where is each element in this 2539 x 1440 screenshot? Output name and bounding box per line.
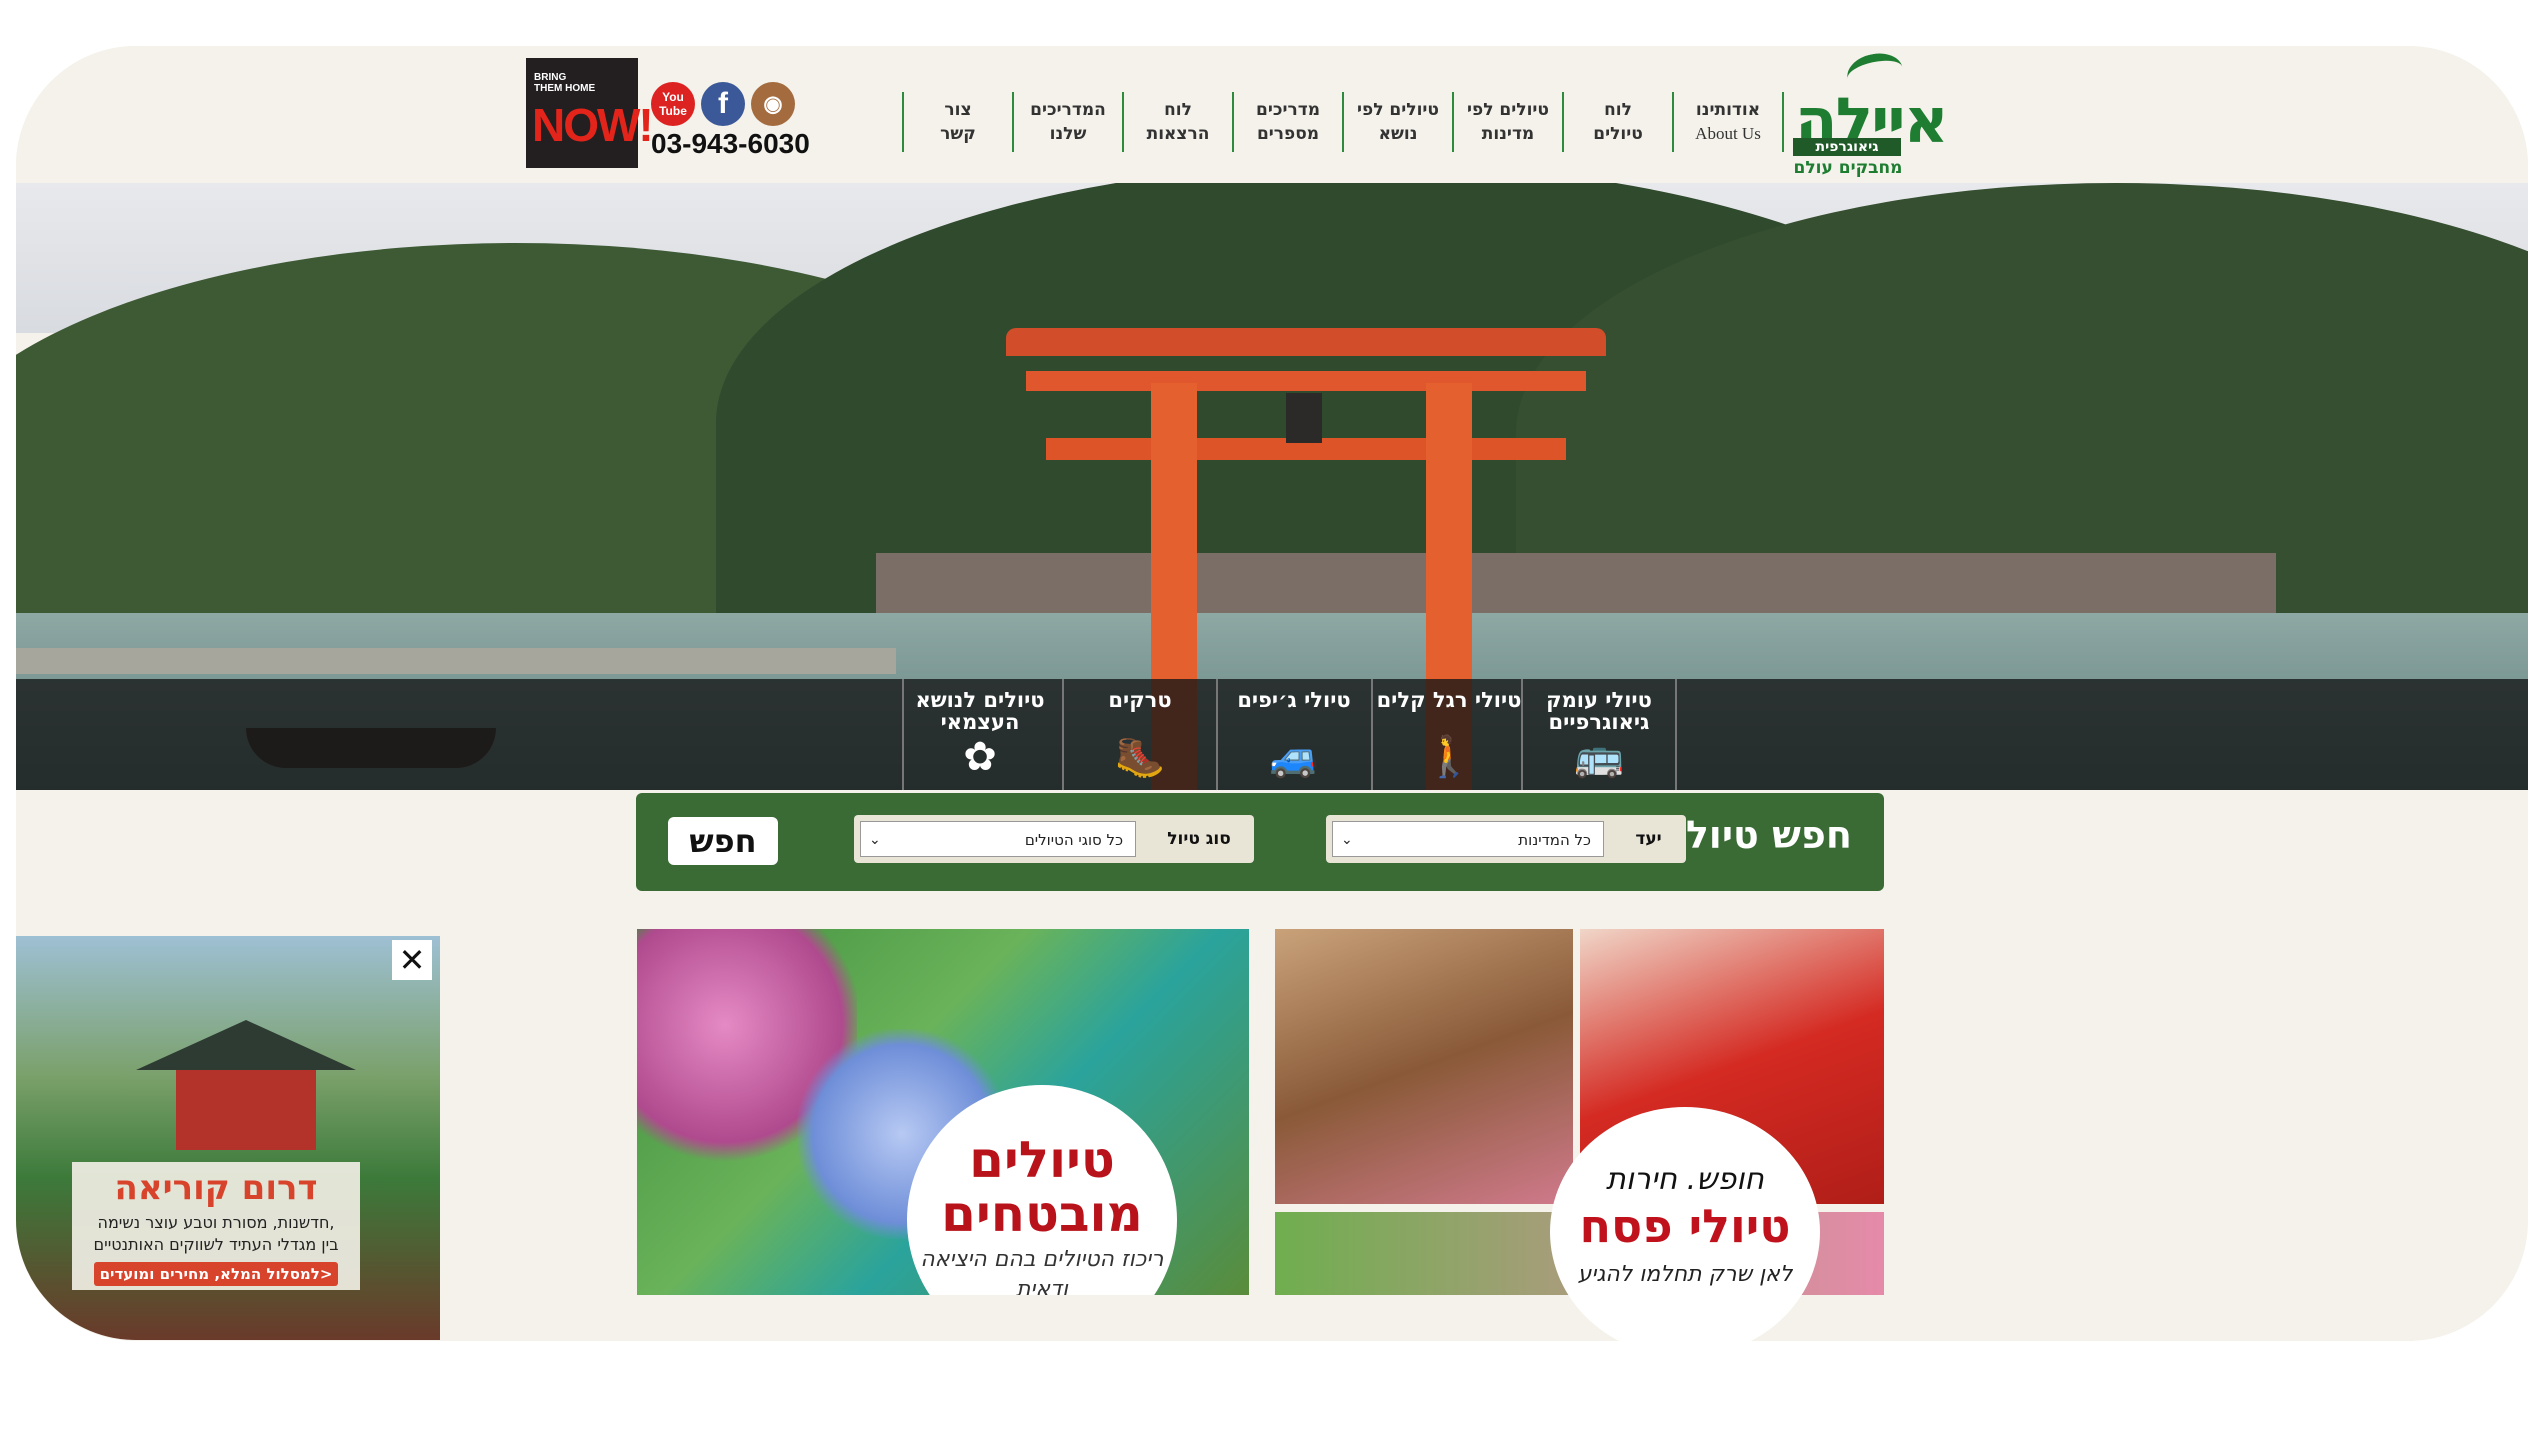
trekkers-icon: 🥾 xyxy=(1115,734,1165,780)
nav-contact[interactable]: צור קשר xyxy=(902,92,1014,152)
passover-photo-1[interactable] xyxy=(1275,929,1573,1204)
popup-cta-button[interactable]: למסלול המלא, מחירים ומועדים> xyxy=(94,1262,338,1286)
hikers-icon: 🚶 xyxy=(1424,734,1474,780)
destination-select[interactable]: ⌄ כל המדינות xyxy=(1332,821,1604,857)
nav-tours-by-country[interactable]: טיולים לפי מדינות xyxy=(1454,92,1564,152)
main-nav: אודותינו About Us לוח טיולים טיולים לפי מדי… xyxy=(902,92,1784,152)
trip-type-field[interactable]: סוג טיול ⌄ כל סוגי הטיולים xyxy=(854,815,1254,863)
nav-tour-schedule[interactable]: לוח טיולים xyxy=(1564,92,1674,152)
chevron-down-icon: ⌄ xyxy=(869,832,881,848)
logo-strip: גיאוגרפית xyxy=(1793,138,1901,156)
jeep-icon: 🚙 xyxy=(1269,734,1319,780)
site-logo[interactable]: איילה גיאוגרפית מחבקים עולם xyxy=(1789,48,1949,178)
phone-number[interactable]: 03-943-6030 xyxy=(651,128,810,160)
nav-lectures[interactable]: לוח הרצאות xyxy=(1124,92,1234,152)
flower-icon: ✿ xyxy=(963,734,997,780)
destination-field[interactable]: יעד ⌄ כל המדינות xyxy=(1326,815,1686,863)
category-treks[interactable]: טרקים 🥾 xyxy=(1062,679,1216,790)
pagoda-image xyxy=(136,1020,356,1070)
nav-about[interactable]: אודותינו About Us xyxy=(1674,92,1784,152)
category-jeep-tours[interactable]: טיולי ג׳יפים 🚙 xyxy=(1216,679,1370,790)
korea-promo-popup[interactable]: ✕ דרום קוריאה חדשנות, מסורת וטבע עוצר נש… xyxy=(16,936,440,1340)
hero-banner: טיולי עומק גיאוגרפיים 🚌 טיולי רגל קלים 🚶… xyxy=(16,183,2528,790)
logo-tagline: מחבקים עולם xyxy=(1793,158,1903,178)
category-geo-tours[interactable]: טיולי עומק גיאוגרפיים 🚌 xyxy=(1521,679,1677,790)
bus-icon: 🚌 xyxy=(1574,734,1624,780)
close-icon[interactable]: ✕ xyxy=(392,940,432,980)
trip-search: חפש טיול יעד ⌄ כל המדינות סוג טיול ⌄ כל … xyxy=(636,793,1884,891)
nav-tours-by-topic[interactable]: טיולים לפי נושא xyxy=(1344,92,1454,152)
bring-them-home-banner[interactable]: BRING THEM HOME NOW! xyxy=(526,58,654,168)
site-header: איילה גיאוגרפית מחבקים עולם אודותינו Abou… xyxy=(16,46,2528,184)
category-independent[interactable]: טיולים לנושא העצמאי ✿ xyxy=(902,679,1056,790)
popup-card: דרום קוריאה חדשנות, מסורת וטבע עוצר נשימ… xyxy=(72,1162,360,1290)
category-easy-hikes[interactable]: טיולי רגל קלים 🚶 xyxy=(1371,679,1525,790)
guaranteed-tours-tile[interactable]: טיולים מובטחים ריכוז הטיולים בהם היציאה … xyxy=(637,929,1249,1295)
passover-tours-tile[interactable]: חופש. חירות טיולי פסח לאן שרק תחלמו להגי… xyxy=(1550,1107,1820,1357)
instagram-icon[interactable]: ◉ xyxy=(751,82,795,126)
youtube-icon[interactable]: You Tube xyxy=(651,82,695,126)
category-bar: טיולי עומק גיאוגרפיים 🚌 טיולי רגל קלים 🚶… xyxy=(16,679,2528,790)
trip-type-select[interactable]: ⌄ כל סוגי הטיולים xyxy=(860,821,1136,857)
search-button[interactable]: חפש xyxy=(668,817,778,865)
nav-our-guides[interactable]: המדריכים שלנו xyxy=(1014,92,1124,152)
chevron-down-icon: ⌄ xyxy=(1341,832,1353,848)
facebook-icon[interactable]: f xyxy=(701,82,745,126)
search-title: חפש טיול xyxy=(1685,813,1852,857)
nav-guides-tell[interactable]: מדריכים מספרים xyxy=(1234,92,1344,152)
torii-gate xyxy=(1006,328,1606,356)
